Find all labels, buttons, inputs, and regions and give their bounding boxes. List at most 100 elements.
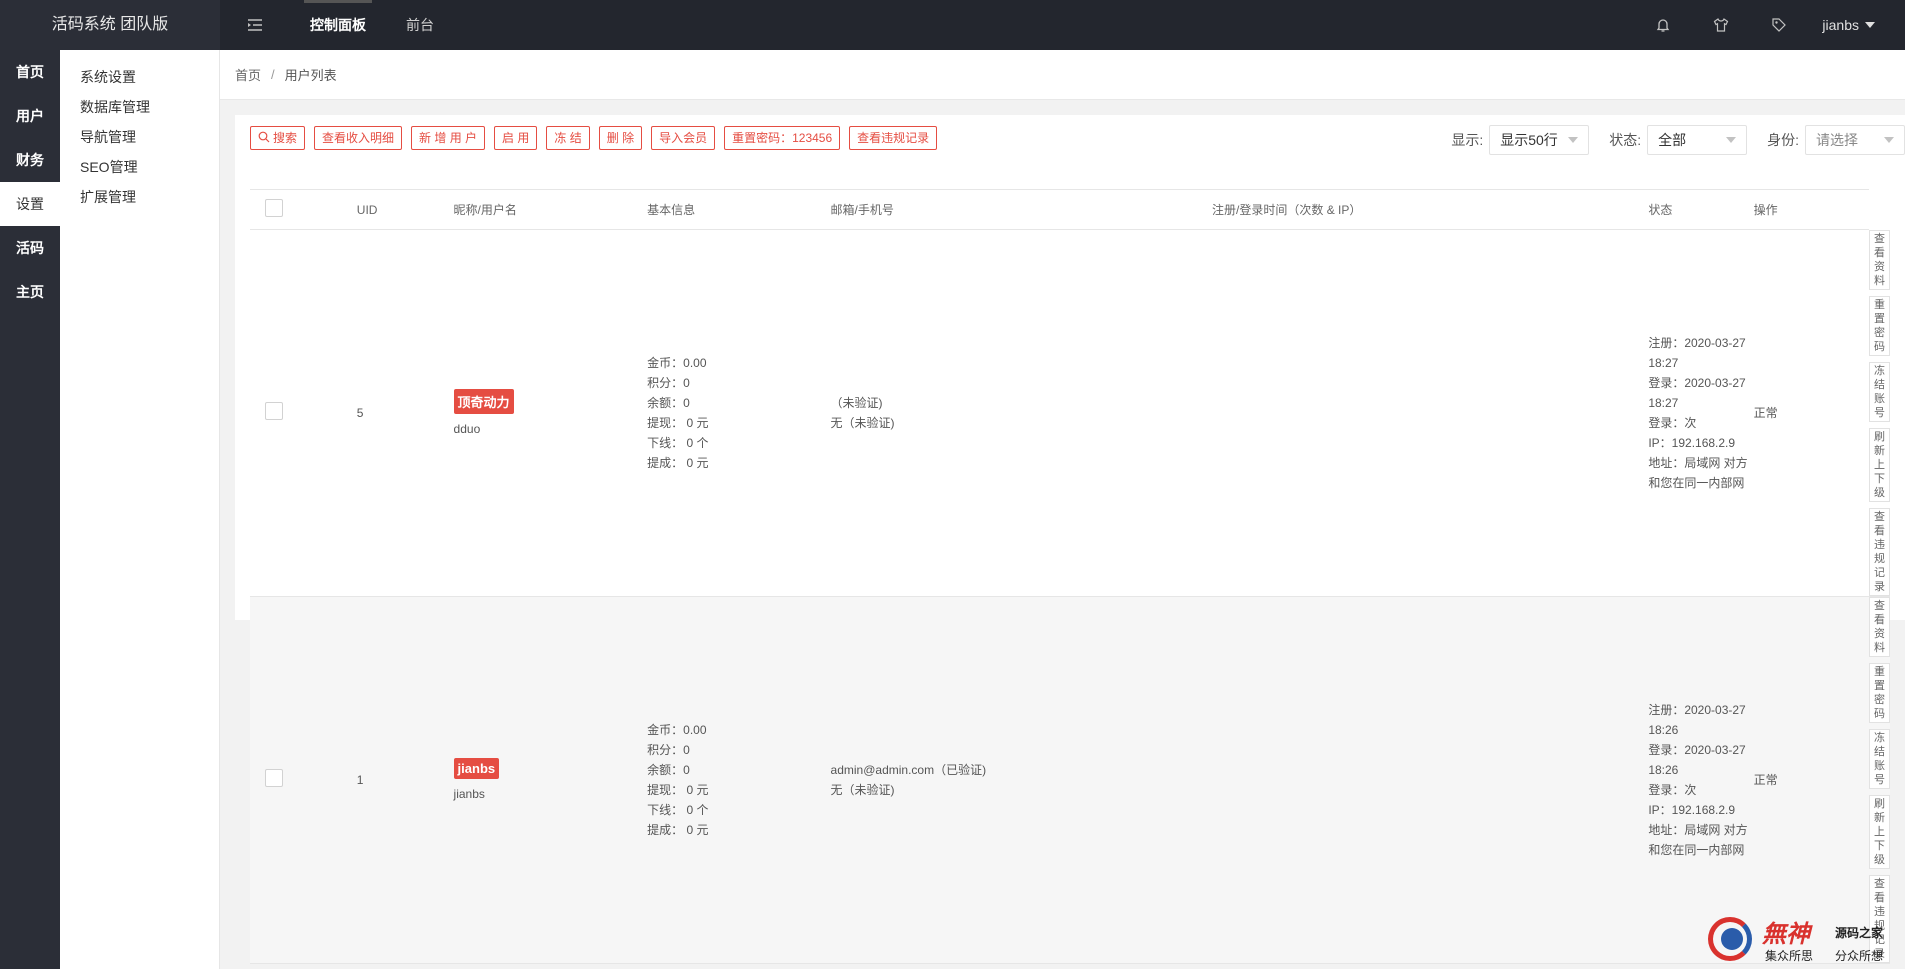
role-select[interactable]: 请选择	[1805, 125, 1905, 155]
freeze-button[interactable]: 冻 结	[546, 126, 590, 150]
breadcrumb-home[interactable]: 首页	[235, 65, 261, 84]
bell-icon[interactable]	[1634, 0, 1692, 50]
info-commission: 提成： 0 元	[647, 455, 709, 470]
header-basic-info[interactable]: 基本信息	[647, 189, 831, 230]
shirt-icon[interactable]	[1692, 0, 1750, 50]
user-menu[interactable]: jianbs	[1808, 17, 1905, 33]
header-times[interactable]: 注册/登录时间（次数 & IP）	[1212, 189, 1649, 230]
tag-icon[interactable]	[1750, 0, 1808, 50]
top-nav-dashboard[interactable]: 控制面板	[290, 0, 386, 50]
info-commission: 提成： 0 元	[647, 822, 709, 837]
enable-button[interactable]: 启 用	[494, 126, 538, 150]
username: jianbs	[453, 787, 485, 801]
cell-contact: admin@admin.com（已验证) 无（未验证)	[830, 596, 1213, 964]
sidebar-item-users[interactable]: 用户	[0, 94, 60, 138]
cell-basic-info: 金币：0.00 积分：0 余额：0 提现： 0 元 下线： 0 个 提成： 0 …	[647, 596, 831, 964]
time-login: 登录：2020-03-27 18:27	[1648, 375, 1746, 410]
app-title[interactable]: 活码系统 团队版	[0, 0, 220, 50]
row-checkbox[interactable]	[265, 769, 283, 787]
view-profile-button[interactable]: 查看资料	[1869, 596, 1890, 657]
user-name: jianbs	[1822, 17, 1859, 33]
chevron-down-icon	[1884, 137, 1894, 143]
row-checkbox[interactable]	[265, 402, 283, 421]
chevron-down-icon	[1568, 137, 1579, 143]
select-all-checkbox[interactable]	[265, 199, 283, 217]
sidebar-item-homepage[interactable]: 主页	[0, 270, 60, 314]
menu-toggle-icon[interactable]	[245, 15, 265, 35]
cell-times: 注册：2020-03-27 18:26 登录：2020-03-27 18:26 …	[1648, 596, 1754, 964]
contact-email: admin@admin.com（已验证)	[830, 762, 987, 777]
view-violations-link[interactable]: 查看违规记录	[1869, 507, 1890, 596]
cell-contact: （未验证) 无（未验证)	[830, 229, 1213, 597]
header-nickname[interactable]: 昵称/用户名	[453, 189, 648, 230]
top-nav-frontend[interactable]: 前台	[386, 0, 454, 50]
user-list-card: 搜索 查看收入明细 新 增 用 户 启 用 冻 结 删 除 导入会员 重置密码：…	[235, 115, 1905, 964]
cell-actions: 查看资料 重置密码 冻结账号 刷新上下级 查看违规记录	[1869, 596, 1890, 964]
status-select[interactable]: 全部	[1647, 125, 1748, 155]
cell-uid: 5	[356, 229, 454, 597]
main-sidebar: 首页 用户 财务 设置 活码 主页	[0, 50, 60, 969]
view-profile-button[interactable]: 查看资料	[1869, 229, 1890, 290]
subnav-extensions[interactable]: 扩展管理	[60, 182, 219, 212]
header-status[interactable]: 状态	[1648, 189, 1754, 230]
view-income-button[interactable]: 查看收入明细	[314, 126, 403, 150]
login-count: 登录：次	[1648, 782, 1697, 797]
action-toolbar: 搜索 查看收入明细 新 增 用 户 启 用 冻 结 删 除 导入会员 重置密码：…	[250, 126, 938, 150]
status-label: 状态:	[1609, 132, 1642, 148]
time-login: 登录：2020-03-27 18:26	[1648, 742, 1746, 777]
freeze-account-button[interactable]: 冻结账号	[1869, 728, 1890, 789]
header-contact[interactable]: 邮箱/手机号	[830, 189, 1213, 230]
header-actions: 操作	[1753, 189, 1869, 230]
contact-phone: 无（未验证)	[830, 782, 895, 797]
cell-uid: 1	[356, 596, 454, 964]
sidebar-item-home[interactable]: 首页	[0, 50, 60, 94]
contact-phone: 无（未验证)	[830, 415, 895, 430]
subnav-seo[interactable]: SEO管理	[60, 152, 219, 182]
subnav-navigation[interactable]: 导航管理	[60, 122, 219, 152]
search-button[interactable]: 搜索	[250, 126, 306, 150]
search-button-label: 搜索	[273, 131, 298, 145]
refresh-hierarchy-button[interactable]: 刷新上下级	[1869, 794, 1890, 869]
table-row: 5 顶奇动力 dduo 金币：0.00 积分：0 余额：0 提现： 0 元 下线…	[250, 229, 1890, 597]
filters: 显示: 显示50行 状态: 全部 身份: 请选择	[1431, 125, 1905, 155]
breadcrumb-current: 用户列表	[284, 68, 337, 83]
display-rows-select[interactable]: 显示50行	[1489, 125, 1590, 155]
cell-status: 正常	[1753, 596, 1869, 964]
role-placeholder: 请选择	[1816, 132, 1858, 148]
reset-password-link[interactable]: 重置密码	[1869, 295, 1890, 356]
nickname-badge[interactable]: 顶奇动力	[453, 389, 514, 415]
breadcrumb-separator: /	[271, 67, 275, 82]
import-members-button[interactable]: 导入会员	[651, 126, 716, 150]
info-balance: 余额：0	[647, 762, 690, 777]
reset-password-button[interactable]: 重置密码：123456	[724, 126, 841, 150]
status-value: 全部	[1658, 132, 1687, 148]
sub-sidebar: 系统设置 数据库管理 导航管理 SEO管理 扩展管理	[60, 50, 220, 969]
info-withdraw: 提现： 0 元	[647, 415, 709, 430]
chevron-down-icon	[1726, 137, 1737, 143]
info-coins: 金币：0.00	[647, 355, 707, 370]
sidebar-item-settings[interactable]: 设置	[0, 182, 60, 226]
cell-nickname: jianbs jianbs	[453, 596, 648, 964]
cell-spacer	[1212, 596, 1649, 964]
reset-password-link[interactable]: 重置密码	[1869, 662, 1890, 723]
subnav-database[interactable]: 数据库管理	[60, 92, 219, 122]
subnav-system-settings[interactable]: 系统设置	[60, 62, 219, 92]
add-user-button[interactable]: 新 增 用 户	[411, 126, 486, 150]
cell-nickname: 顶奇动力 dduo	[453, 229, 648, 597]
refresh-hierarchy-button[interactable]: 刷新上下级	[1869, 427, 1890, 502]
sidebar-item-finance[interactable]: 财务	[0, 138, 60, 182]
info-downline: 下线： 0 个	[647, 802, 709, 817]
sidebar-item-live-code[interactable]: 活码	[0, 226, 60, 270]
watermark-logo: 無神 源码之家 集众所思 分众所想	[1705, 910, 1895, 965]
header-uid[interactable]: UID	[356, 189, 454, 230]
nickname-badge[interactable]: jianbs	[453, 758, 500, 779]
login-address: 地址：局域网 对方和您在同一内部网	[1648, 822, 1748, 857]
info-balance: 余额：0	[647, 395, 690, 410]
cell-basic-info: 金币：0.00 积分：0 余额：0 提现： 0 元 下线： 0 个 提成： 0 …	[647, 229, 831, 597]
info-points: 积分：0	[647, 742, 690, 757]
freeze-account-button[interactable]: 冻结账号	[1869, 361, 1890, 422]
login-ip: IP：192.168.2.9	[1648, 802, 1736, 817]
login-address: 地址：局域网 对方和您在同一内部网	[1648, 455, 1748, 490]
delete-button[interactable]: 删 除	[598, 126, 643, 150]
view-violations-button[interactable]: 查看违规记录	[849, 126, 938, 150]
